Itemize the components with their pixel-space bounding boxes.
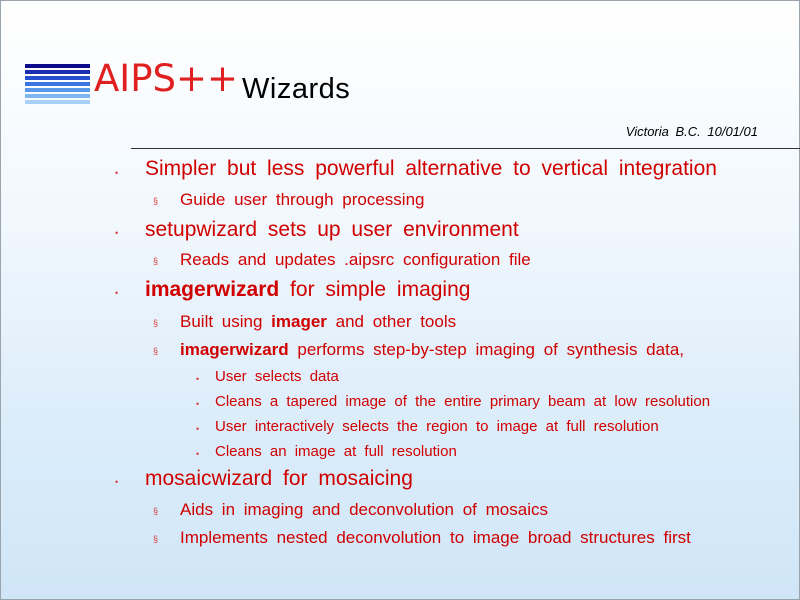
- bullet-icon: •: [196, 449, 200, 459]
- bold-text: imager: [271, 312, 327, 331]
- list-item-4: Reads and updates .aipsrc configuration …: [180, 250, 531, 269]
- aips-logo-stripes: [25, 64, 90, 106]
- list-item-12: mosaicwizard for mosaicing: [145, 467, 413, 490]
- venue-date: Victoria B.C. 10/01/01: [625, 124, 758, 139]
- list-item-9: Cleans a tapered image of the entire pri…: [215, 393, 711, 410]
- title-divider: [131, 148, 800, 149]
- bullet-icon: §: [153, 534, 159, 544]
- bold-text: imagerwizard: [145, 278, 280, 301]
- list-item-10: User interactively selects the region to…: [215, 418, 659, 435]
- bullet-icon: •: [115, 288, 119, 298]
- list-item-3: setupwizard sets up user environment: [145, 218, 519, 241]
- list-item-7: imagerwizard performs step-by-step imagi…: [180, 340, 684, 360]
- list-item-13: Aids in imaging and deconvolution of mos…: [180, 500, 548, 519]
- list-item-8: User selects data: [215, 368, 339, 385]
- bullet-icon: •: [196, 399, 200, 409]
- bullet-icon: §: [153, 256, 159, 266]
- bullet-icon: •: [115, 168, 119, 178]
- bullet-icon: •: [115, 228, 119, 238]
- bullet-icon: §: [153, 318, 159, 328]
- bold-text: imagerwizard: [180, 340, 289, 359]
- list-item-5: imagerwizard for simple imaging: [145, 278, 470, 302]
- bullet-icon: •: [196, 424, 200, 434]
- aips-logo-text: AIPS++: [94, 57, 239, 100]
- plain-text: and other tools: [326, 312, 457, 331]
- plain-text: Built using: [180, 312, 272, 331]
- bullet-icon: §: [153, 506, 159, 516]
- page-title: Wizards: [242, 73, 351, 105]
- list-item-11: Cleans an image at full resolution: [215, 443, 457, 460]
- list-item-6: Built using imager and other tools: [180, 312, 456, 332]
- bullet-icon: §: [153, 346, 159, 356]
- bullet-icon: •: [115, 477, 119, 487]
- bullet-icon: §: [153, 196, 159, 206]
- list-item-1: Simpler but less powerful alternative to…: [145, 157, 717, 180]
- plain-text: for simple imaging: [279, 278, 471, 301]
- plain-text: performs step-by-step imaging of synthes…: [288, 340, 684, 359]
- list-item-14: Implements nested deconvolution to image…: [180, 528, 691, 547]
- bullet-icon: •: [196, 374, 200, 384]
- list-item-2: Guide user through processing: [180, 190, 425, 209]
